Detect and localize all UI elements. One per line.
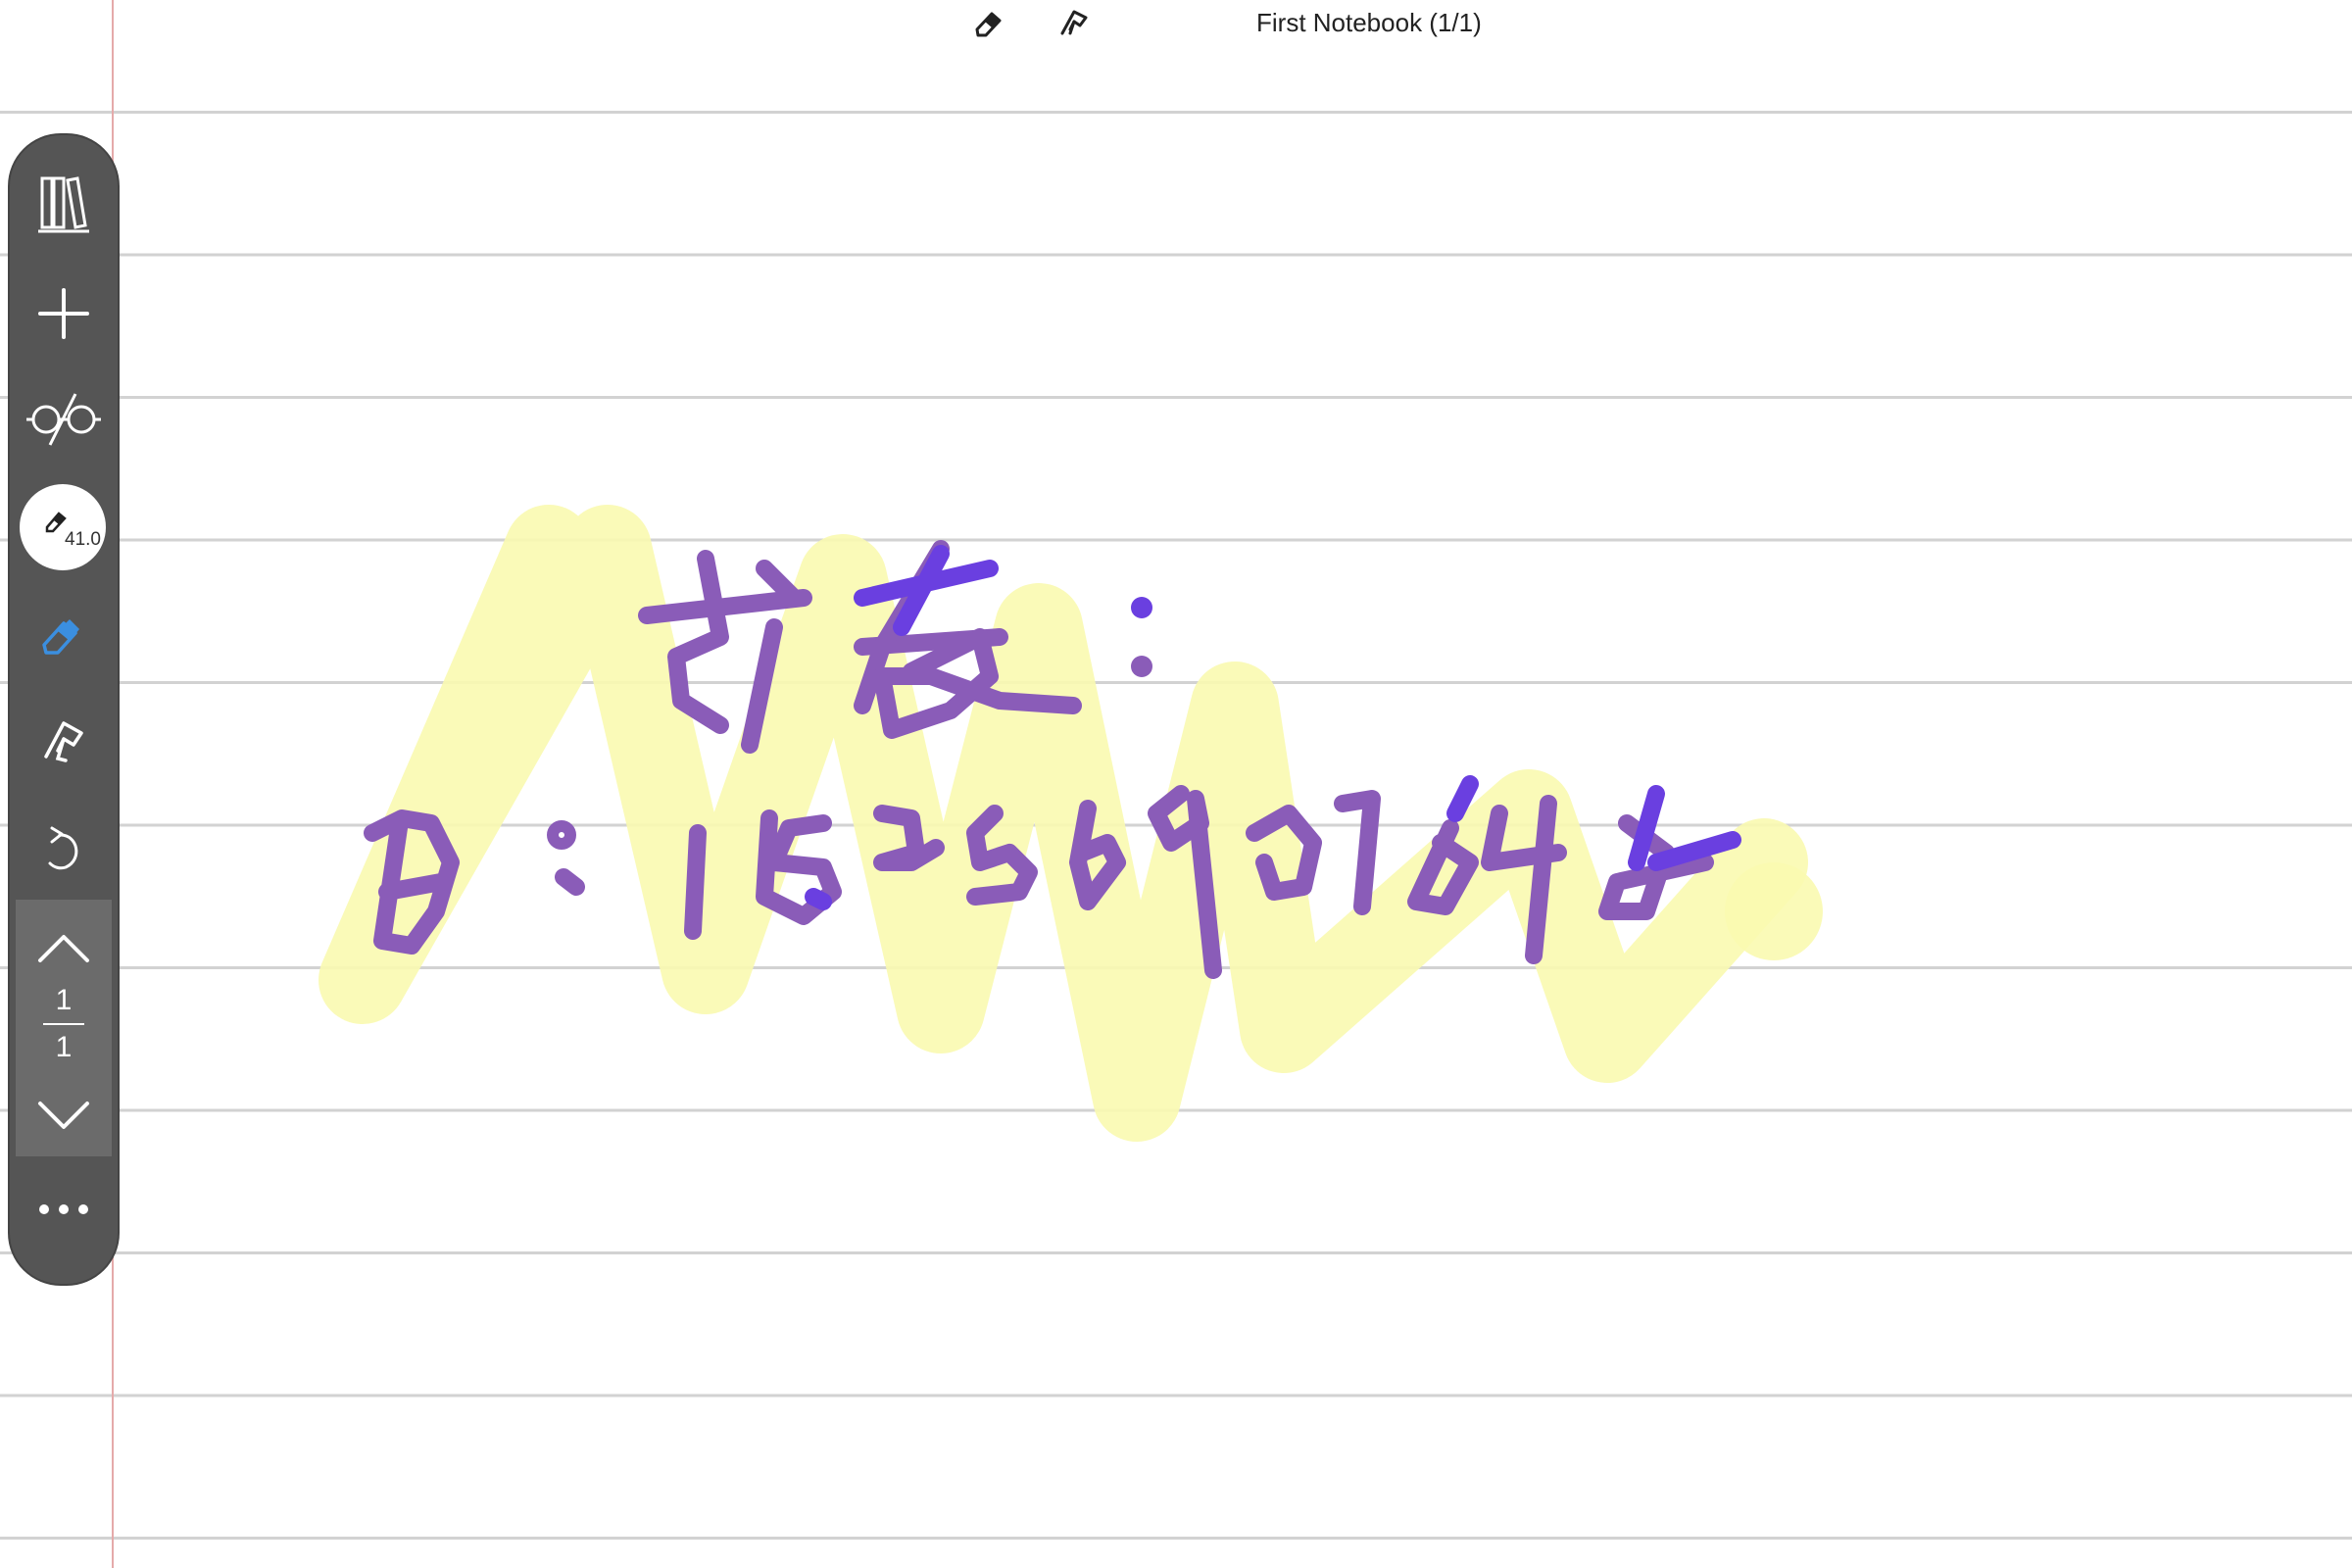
lasso-hand-icon (44, 721, 83, 762)
more-icon (39, 1204, 88, 1214)
side-toolbar: 41.0 1 1 (10, 135, 118, 1284)
read-mode-button[interactable] (10, 370, 118, 468)
ink-layer (318, 505, 1823, 1142)
eraser-icon (42, 619, 79, 655)
pen-size-value: 41.0 (65, 529, 101, 550)
page-down-button[interactable] (10, 1066, 118, 1164)
read-mode-glasses-icon (26, 393, 101, 446)
add-page-icon (38, 288, 89, 339)
total-page-number: 1 (55, 1031, 73, 1063)
undo-button[interactable] (10, 799, 118, 897)
top-bar: First Notebook (1/1) (0, 0, 2352, 49)
undo-icon (48, 826, 78, 870)
pen-tool[interactable]: 41.0 (20, 484, 106, 570)
more-button[interactable] (10, 1160, 118, 1258)
eraser-tool[interactable] (10, 584, 118, 682)
page-down-icon (38, 1102, 89, 1129)
page-divider (43, 1023, 84, 1025)
lasso-hand-icon[interactable] (1054, 4, 1094, 43)
page-up-icon (38, 935, 89, 962)
notebook-title: First Notebook (1/1) (1256, 8, 1482, 37)
page-navigator: 1 1 (16, 900, 112, 1156)
add-page-button[interactable] (10, 265, 118, 363)
library-button[interactable] (10, 155, 118, 253)
library-icon (38, 176, 89, 233)
current-page-number: 1 (55, 984, 73, 1016)
lasso-hand-tool[interactable] (10, 692, 118, 790)
page-up-button[interactable] (10, 900, 118, 998)
eraser-icon[interactable] (968, 4, 1007, 43)
